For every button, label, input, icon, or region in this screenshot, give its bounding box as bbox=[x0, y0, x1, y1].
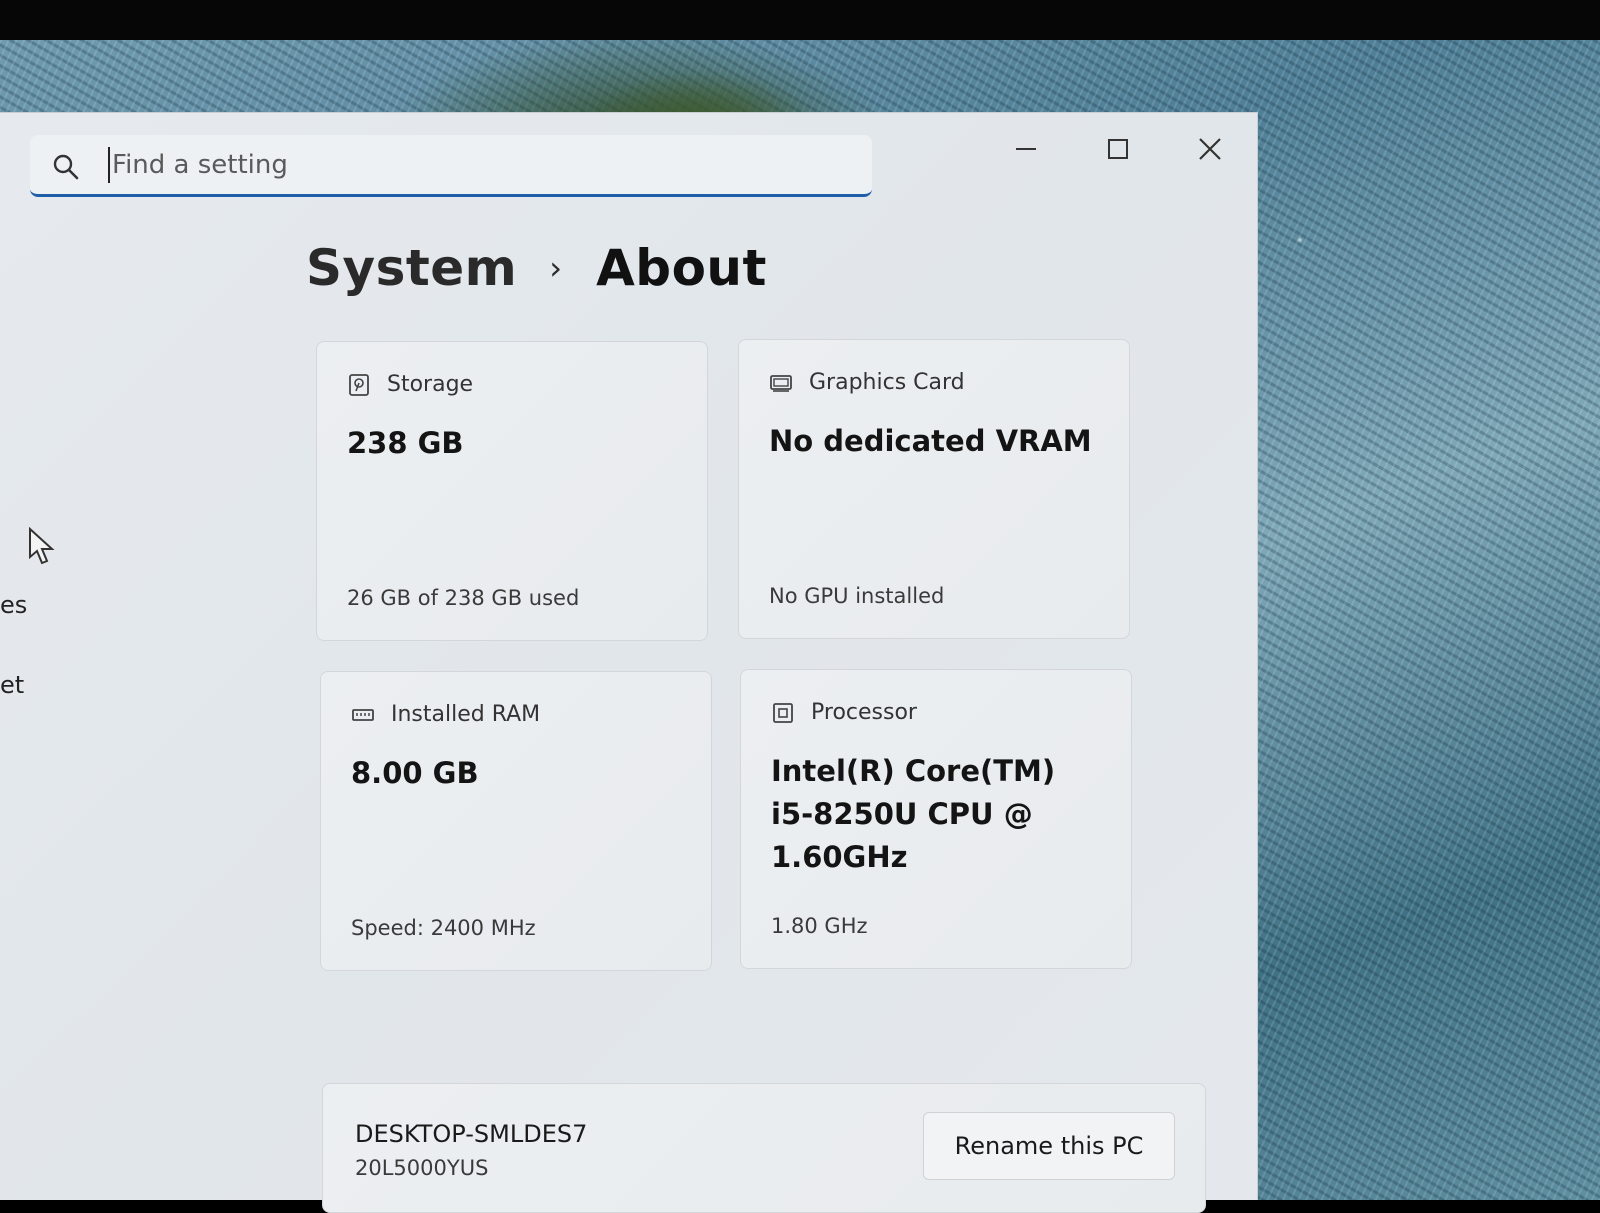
ram-icon bbox=[352, 708, 374, 721]
card-title: Storage bbox=[387, 372, 474, 397]
maximize-icon bbox=[1108, 139, 1128, 159]
storage-card[interactable]: Storage 238 GB 26 GB of 238 GB used bbox=[316, 341, 708, 641]
card-value: 238 GB bbox=[347, 426, 464, 460]
card-subtext: 26 GB of 238 GB used bbox=[347, 586, 580, 610]
search-box[interactable] bbox=[30, 135, 872, 197]
page-title: About bbox=[596, 239, 767, 297]
card-value: 8.00 GB bbox=[351, 756, 479, 790]
card-value: No dedicated VRAM bbox=[769, 424, 1092, 458]
storage-icon bbox=[349, 373, 369, 396]
card-title: Graphics Card bbox=[809, 370, 965, 395]
settings-window: es et System › About Storage 238 GB 26 G… bbox=[0, 112, 1258, 1213]
rename-pc-button[interactable]: Rename this PC bbox=[923, 1112, 1175, 1180]
breadcrumb-system[interactable]: System bbox=[306, 239, 517, 297]
installed-ram-card[interactable]: Installed RAM 8.00 GB Speed: 2400 MHz bbox=[320, 671, 712, 971]
chevron-right-icon: › bbox=[549, 249, 563, 287]
processor-card[interactable]: Processor Intel(R) Core(TM) i5-8250U CPU… bbox=[740, 669, 1132, 969]
graphics-card-icon bbox=[770, 374, 792, 392]
mouse-pointer-icon bbox=[29, 527, 55, 565]
sidebar-item-partial[interactable]: et bbox=[0, 671, 24, 699]
card-subtext: Speed: 2400 MHz bbox=[351, 916, 536, 940]
minimize-icon bbox=[1016, 148, 1036, 150]
graphics-card-card[interactable]: Graphics Card No dedicated VRAM No GPU i… bbox=[738, 339, 1130, 639]
card-title: Installed RAM bbox=[391, 702, 541, 727]
card-subtext: No GPU installed bbox=[769, 584, 945, 608]
text-cursor bbox=[108, 147, 110, 183]
device-name-card: DESKTOP-SMLDES7 20L5000YUS Rename this P… bbox=[322, 1083, 1206, 1213]
minimize-button[interactable] bbox=[996, 127, 1056, 171]
close-icon bbox=[1199, 138, 1221, 160]
close-button[interactable] bbox=[1180, 127, 1240, 171]
breadcrumb: System › About bbox=[306, 233, 767, 303]
device-model: 20L5000YUS bbox=[355, 1156, 489, 1180]
card-title: Processor bbox=[811, 700, 917, 725]
card-subtext: 1.80 GHz bbox=[771, 914, 868, 938]
sidebar-item-partial[interactable]: es bbox=[0, 591, 27, 619]
maximize-button[interactable] bbox=[1088, 127, 1148, 171]
processor-icon bbox=[773, 702, 793, 723]
search-icon bbox=[53, 154, 79, 180]
card-value: Intel(R) Core(TM) i5-8250U CPU @ 1.60GHz bbox=[771, 754, 1056, 874]
search-input[interactable] bbox=[112, 145, 812, 185]
device-name: DESKTOP-SMLDES7 bbox=[355, 1120, 588, 1148]
